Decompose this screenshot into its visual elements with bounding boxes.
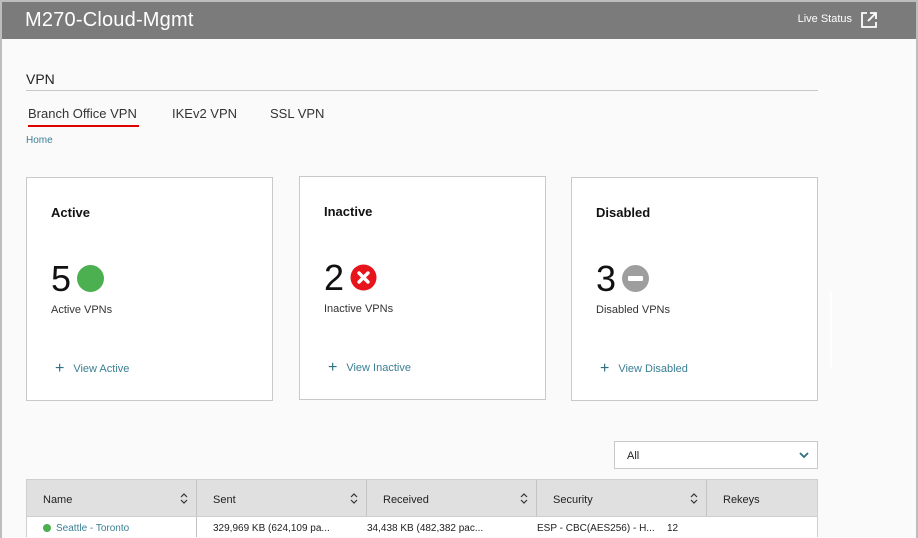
- table-row[interactable]: Seattle - Toronto 329,969 KB (624,109 pa…: [26, 517, 818, 537]
- card-subtitle: Disabled VPNs: [596, 304, 670, 316]
- chevron-down-icon: [799, 452, 809, 459]
- received-cell: 34,438 KB (482,382 pac...: [367, 523, 484, 534]
- plus-icon: +: [328, 359, 338, 376]
- column-label: Security: [553, 494, 593, 506]
- active-card: Active 5 Active VPNs + View Active: [26, 177, 273, 401]
- sort-icon: [350, 493, 358, 504]
- sent-cell: 329,969 KB (624,109 pa...: [213, 523, 330, 534]
- column-label: Received: [383, 494, 429, 506]
- vpn-name: Seattle - Toronto: [56, 523, 130, 534]
- column-header-rekeys[interactable]: Rekeys: [707, 480, 817, 516]
- column-header-name[interactable]: Name: [27, 480, 197, 516]
- status-dot-icon: [43, 524, 51, 532]
- column-header-sent[interactable]: Sent: [197, 480, 367, 516]
- column-label: Sent: [213, 494, 236, 506]
- column-header-security[interactable]: Security: [537, 480, 707, 516]
- view-disabled-label: View Disabled: [618, 363, 688, 375]
- plus-icon: +: [600, 360, 610, 377]
- card-title: Active: [51, 205, 91, 220]
- table-header: Name Sent Received Security Rekeys: [26, 479, 818, 517]
- view-inactive-label: View Inactive: [346, 362, 411, 374]
- section-title: VPN: [26, 71, 55, 87]
- section-divider: [26, 90, 818, 91]
- view-inactive-link[interactable]: + View Inactive: [328, 359, 411, 376]
- red-x-circle-icon: [350, 264, 377, 291]
- top-bar: M270-Cloud-Mgmt Live Status: [2, 2, 916, 39]
- card-subtitle: Active VPNs: [51, 304, 113, 316]
- filter-selected-value: All: [627, 450, 640, 462]
- active-count: 5: [51, 258, 72, 299]
- tab-ikev2-vpn[interactable]: IKEv2 VPN: [170, 106, 239, 121]
- column-header-received[interactable]: Received: [367, 480, 537, 516]
- green-circle-icon: [77, 265, 104, 292]
- live-status-link[interactable]: Live Status: [798, 13, 852, 25]
- app-frame: M270-Cloud-Mgmt Live Status VPN Branch O…: [2, 2, 916, 538]
- inactive-card: Inactive 2 Inactive VPNs + View Inactive: [299, 176, 546, 400]
- tab-branch-office-vpn[interactable]: Branch Office VPN: [26, 106, 139, 127]
- plus-icon: +: [55, 360, 65, 377]
- vpn-name-cell[interactable]: Seattle - Toronto: [27, 517, 197, 537]
- breadcrumb-home[interactable]: Home: [26, 135, 53, 146]
- column-label: Rekeys: [723, 494, 760, 506]
- view-active-link[interactable]: + View Active: [55, 360, 130, 377]
- security-cell: ESP - CBC(AES256) - H...: [537, 523, 655, 534]
- view-disabled-link[interactable]: + View Disabled: [600, 360, 688, 377]
- column-label: Name: [43, 494, 73, 506]
- app-title: M270-Cloud-Mgmt: [25, 9, 194, 31]
- rekeys-cell: 12: [667, 523, 679, 534]
- external-link-icon[interactable]: [860, 11, 878, 29]
- vpn-table: Name Sent Received Security Rekeys Seatt…: [26, 479, 818, 537]
- gray-minus-circle-icon: [622, 265, 649, 292]
- card-subtitle: Inactive VPNs: [324, 303, 394, 315]
- sort-icon: [520, 493, 528, 504]
- tab-ssl-vpn[interactable]: SSL VPN: [268, 106, 326, 121]
- sort-icon: [180, 493, 188, 504]
- view-active-label: View Active: [73, 363, 130, 375]
- inactive-count: 2: [324, 257, 345, 298]
- card-title: Disabled: [596, 205, 651, 220]
- card-title: Inactive: [324, 204, 373, 219]
- scroll-hint: [830, 291, 832, 367]
- sort-icon: [690, 493, 698, 504]
- status-filter-select[interactable]: All: [614, 441, 818, 469]
- disabled-card: Disabled 3 Disabled VPNs + View Disabled: [571, 177, 818, 401]
- disabled-count: 3: [596, 258, 617, 299]
